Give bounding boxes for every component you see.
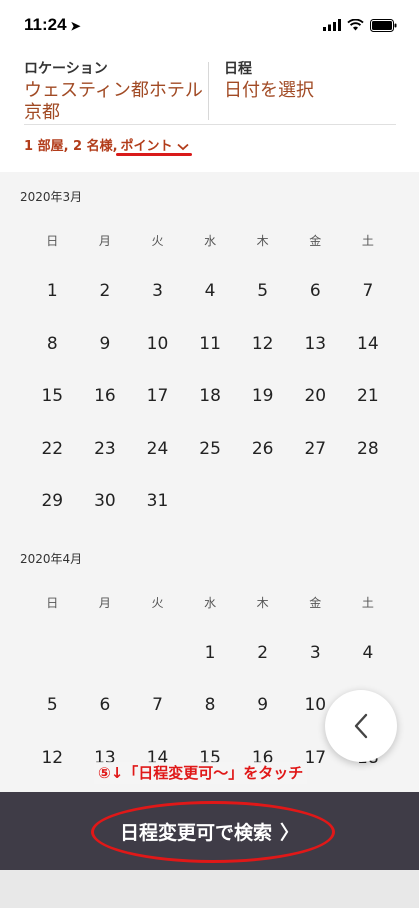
day-cell[interactable]: 9 (236, 693, 289, 746)
wifi-icon (347, 19, 364, 31)
back-button[interactable] (325, 690, 397, 762)
location-label: ロケーション (24, 61, 108, 77)
weekday-fri: 金 (309, 595, 322, 610)
location-field[interactable]: ロケーション ウェスティン都ホテル京都 (24, 60, 204, 124)
weekday-tue: 火 (151, 595, 164, 610)
month-title: 2020年4月 (20, 551, 83, 566)
day-cell[interactable]: 21 (342, 384, 395, 437)
day-blank (26, 641, 79, 694)
day-cell[interactable]: 23 (79, 437, 132, 490)
search-header: ロケーション ウェスティン都ホテル京都 日程 日付を選択 1 部屋, 2 名様,… (0, 50, 419, 170)
day-cell[interactable]: 24 (131, 437, 184, 490)
day-cell[interactable]: 29 (26, 489, 79, 542)
bottom-action-bar: 日程変更可で検索 〉 (0, 792, 419, 870)
chevron-down-icon (176, 143, 189, 151)
points-highlight-underline (116, 153, 192, 156)
chevron-left-icon (354, 713, 368, 739)
weekday-sat: 土 (361, 595, 374, 610)
day-cell[interactable]: 10 (131, 332, 184, 385)
day-cell[interactable]: 6 (289, 279, 342, 332)
day-cell[interactable]: 26 (236, 437, 289, 490)
day-cell[interactable]: 4 (184, 279, 237, 332)
date-label: 日程 (224, 61, 252, 77)
weekday-wed: 水 (204, 595, 217, 610)
day-cell[interactable]: 4 (342, 641, 395, 694)
date-field[interactable]: 日程 日付を選択 (224, 60, 394, 102)
day-cell[interactable]: 2 (79, 279, 132, 332)
day-cell[interactable]: 28 (342, 437, 395, 490)
day-cell[interactable]: 15 (26, 384, 79, 437)
weekday-header: 日 月 火 水 木 金 土 (0, 231, 419, 251)
header-divider (208, 62, 209, 120)
day-cell[interactable]: 6 (79, 693, 132, 746)
day-cell[interactable]: 8 (184, 693, 237, 746)
day-cell[interactable]: 20 (289, 384, 342, 437)
battery-icon (370, 18, 397, 32)
location-value[interactable]: ウェスティン都ホテル京都 (24, 80, 204, 124)
day-blank (79, 641, 132, 694)
day-cell[interactable]: 17 (131, 384, 184, 437)
month-march: 2020年3月 日 月 火 水 木 金 土 1 2 3 4 5 6 7 8 9 10 11 12 13 1… (0, 172, 419, 542)
month-title: 2020年3月 (20, 190, 83, 204)
weekday-wed: 水 (204, 234, 217, 248)
weekday-sun: 日 (46, 595, 59, 610)
day-cell[interactable]: 5 (236, 279, 289, 332)
guests-text: 1 部屋, 2 名様, (24, 139, 118, 154)
day-cell[interactable]: 1 (26, 279, 79, 332)
day-blank (131, 641, 184, 694)
status-time-text: 11:24 (24, 15, 67, 34)
day-cell[interactable]: 18 (184, 384, 237, 437)
day-cell[interactable]: 3 (289, 641, 342, 694)
status-bar: 11:24 ➤ (0, 0, 419, 50)
day-cell[interactable]: 7 (342, 279, 395, 332)
weekday-thu: 木 (256, 234, 269, 248)
weekday-sun: 日 (46, 234, 59, 248)
weekday-fri: 金 (309, 234, 322, 248)
day-cell[interactable]: 1 (184, 641, 237, 694)
search-button-label: 日程変更可で検索 (119, 821, 272, 844)
instruction-annotation: ⑤↓「日程変更可〜」をタッチ (94, 762, 308, 784)
day-cell[interactable]: 30 (79, 489, 132, 542)
day-cell[interactable]: 3 (131, 279, 184, 332)
day-cell[interactable]: 14 (342, 332, 395, 385)
day-cell[interactable]: 22 (26, 437, 79, 490)
header-separator (24, 124, 396, 125)
location-arrow-icon: ➤ (70, 19, 81, 33)
date-value[interactable]: 日付を選択 (224, 80, 394, 102)
day-cell[interactable]: 9 (79, 332, 132, 385)
day-cell[interactable]: 7 (131, 693, 184, 746)
weekday-sat: 土 (361, 234, 374, 248)
status-time: 11:24 ➤ (24, 15, 81, 35)
day-cell[interactable]: 5 (26, 693, 79, 746)
weekday-mon: 月 (98, 234, 111, 248)
status-icons (323, 18, 397, 32)
weekday-header: 日 月 火 水 木 金 土 (0, 593, 419, 613)
signal-icon (323, 19, 341, 31)
day-cell[interactable]: 11 (184, 332, 237, 385)
day-cell[interactable]: 8 (26, 332, 79, 385)
day-cell[interactable]: 31 (131, 489, 184, 542)
weekday-mon: 月 (98, 595, 111, 610)
day-grid: 1234567891011121314151617181920212223242… (0, 279, 419, 542)
weekday-tue: 火 (151, 234, 164, 248)
weekday-thu: 木 (256, 595, 269, 610)
day-cell[interactable]: 12 (26, 746, 79, 793)
day-cell[interactable]: 16 (79, 384, 132, 437)
day-cell[interactable]: 2 (236, 641, 289, 694)
day-cell[interactable]: 13 (289, 332, 342, 385)
day-cell[interactable]: 25 (184, 437, 237, 490)
flexible-dates-search-button[interactable]: 日程変更可で検索 〉 (120, 818, 299, 845)
home-indicator-area (0, 870, 419, 908)
day-cell[interactable]: 12 (236, 332, 289, 385)
chevron-right-icon: 〉 (280, 821, 300, 844)
day-cell[interactable]: 19 (236, 384, 289, 437)
day-cell[interactable]: 27 (289, 437, 342, 490)
